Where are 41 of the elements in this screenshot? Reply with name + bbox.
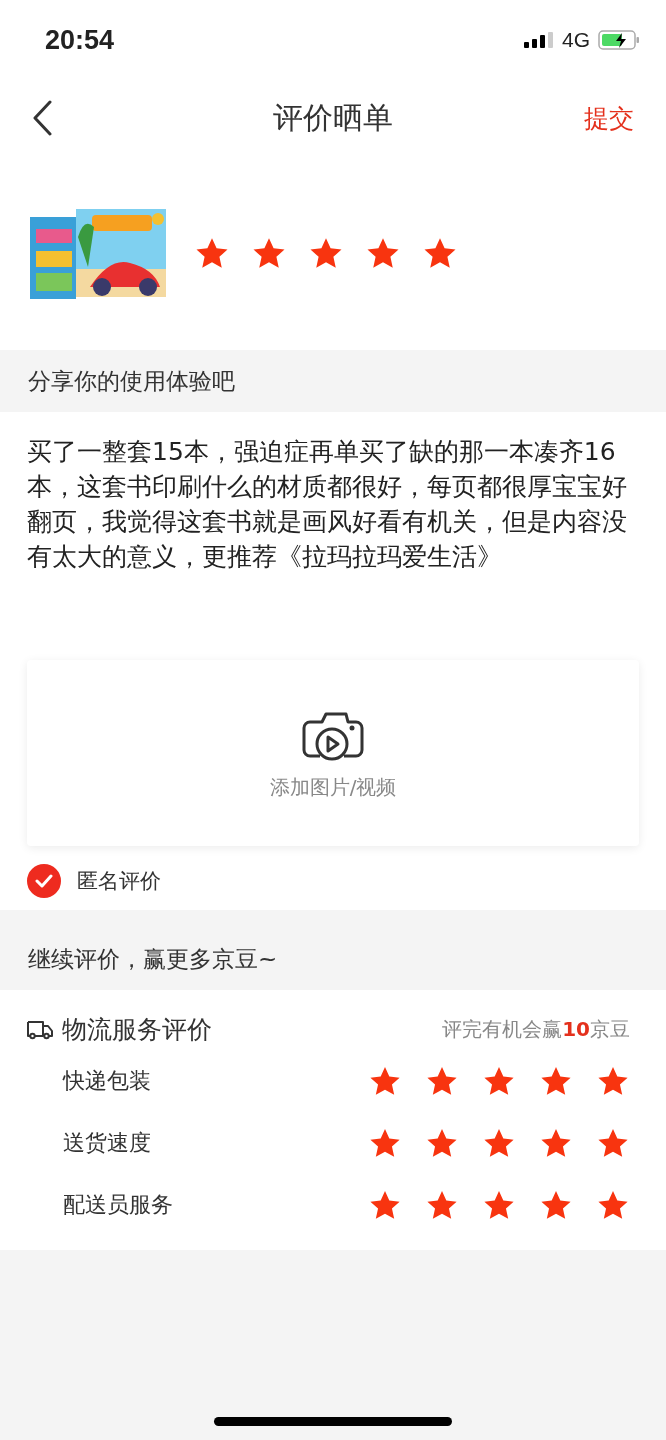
star-icon[interactable] — [596, 1065, 630, 1097]
upload-label: 添加图片/视频 — [269, 773, 397, 801]
star-icon[interactable] — [308, 236, 344, 270]
back-icon[interactable] — [32, 100, 52, 136]
signal-icon — [524, 32, 554, 48]
star-icon[interactable] — [482, 1189, 516, 1221]
star-icon[interactable] — [539, 1189, 573, 1221]
upload-card[interactable]: 添加图片/视频 — [27, 660, 639, 846]
status-time: 20:54 — [45, 24, 115, 56]
star-icon[interactable] — [194, 236, 230, 270]
star-icon[interactable] — [539, 1127, 573, 1159]
star-icon[interactable] — [368, 1189, 402, 1221]
star-icon[interactable] — [368, 1065, 402, 1097]
star-icon[interactable] — [425, 1189, 459, 1221]
star-icon[interactable] — [368, 1127, 402, 1159]
rating-label: 送货速度 — [63, 1129, 151, 1157]
anonymous-label: 匿名评价 — [77, 868, 161, 895]
checkmark-icon — [35, 874, 53, 888]
star-icon[interactable] — [251, 236, 287, 270]
submit-button[interactable]: 提交 — [584, 101, 634, 135]
rating-label: 配送员服务 — [63, 1191, 173, 1219]
battery-icon — [598, 30, 640, 50]
bonus-text: 评完有机会赢10京豆 — [442, 1015, 630, 1043]
page-title: 评价晒单 — [273, 98, 393, 137]
logistics-title: 物流服务评价 — [62, 1013, 212, 1046]
star-icon[interactable] — [422, 236, 458, 270]
star-icon[interactable] — [425, 1127, 459, 1159]
star-icon[interactable] — [539, 1065, 573, 1097]
truck-icon — [26, 1018, 54, 1040]
star-icon[interactable] — [596, 1127, 630, 1159]
star-icon[interactable] — [482, 1127, 516, 1159]
star-icon[interactable] — [482, 1065, 516, 1097]
section-header: 继续评价，赢更多京豆~ — [0, 928, 666, 990]
review-text[interactable]: 买了一整套15本，强迫症再单买了缺的那一本凑齐16本，这套书印刷什么的材质都很好，每页都很厚宝宝好翻页，我觉得这套书就是画风好看有机关，但是内容没有太大的意义，更推荐《拉玛拉玛爱生活》 — [27, 434, 639, 660]
star-icon[interactable] — [596, 1189, 630, 1221]
anonymous-checkbox[interactable] — [27, 864, 61, 898]
section-header: 分享你的使用体验吧 — [0, 350, 666, 412]
star-icon[interactable] — [365, 236, 401, 270]
network-label: 4G — [562, 28, 590, 52]
rating-label: 快递包装 — [63, 1067, 151, 1095]
star-icon[interactable] — [425, 1065, 459, 1097]
